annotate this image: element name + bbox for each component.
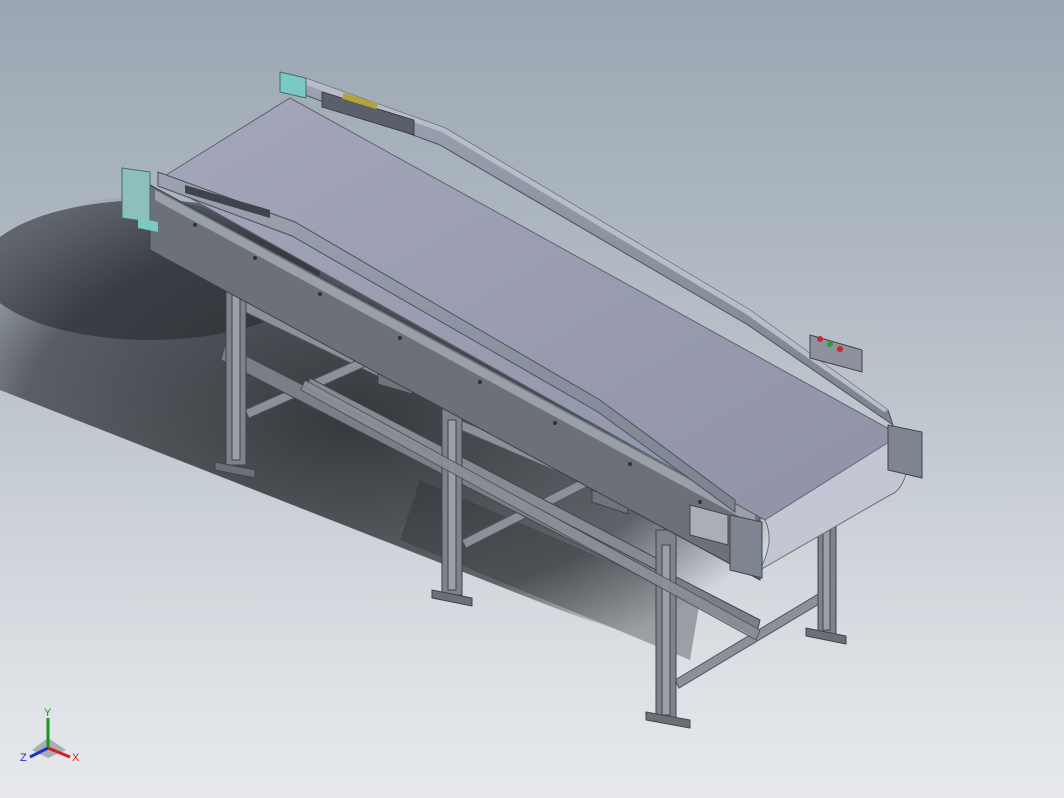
- cad-viewport[interactable]: Y X Z: [0, 0, 1064, 798]
- indicator-light-red: [837, 346, 843, 352]
- indicator-light-red: [817, 336, 823, 342]
- x-axis-label: X: [72, 752, 80, 764]
- end-cap: [279, 71, 307, 99]
- indicator-light-green: [827, 341, 833, 347]
- y-axis-label: Y: [44, 707, 52, 719]
- z-axis-label: Z: [20, 752, 27, 764]
- coordinate-triad: Y X Z: [20, 707, 80, 764]
